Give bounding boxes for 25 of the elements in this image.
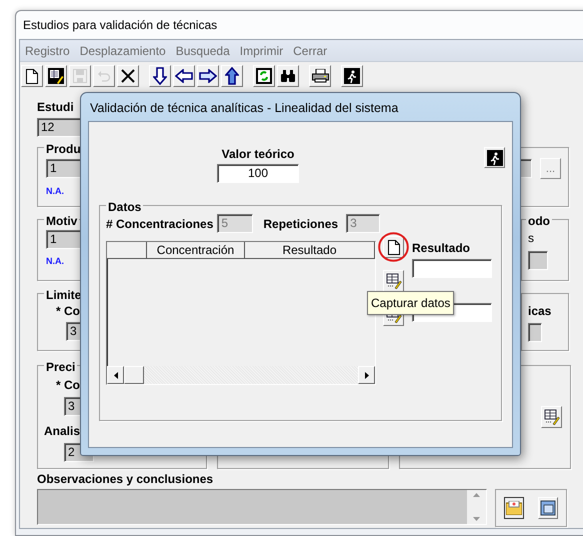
field-label: Analis <box>44 424 80 438</box>
menu-item[interactable]: Imprimir <box>234 42 288 60</box>
field-label: icas <box>528 304 552 318</box>
field-label: * Co <box>56 378 80 392</box>
field-label: # Concentraciones <box>106 216 214 232</box>
dialog-title: Validación de técnica analíticas - Linealidad del sistema <box>90 101 398 115</box>
theoretical-value-field[interactable]: 100 <box>217 164 299 183</box>
field-label: s <box>528 231 534 245</box>
menu-item[interactable]: Desplazamiento <box>74 42 171 60</box>
field-label: Estudi <box>37 100 74 114</box>
column-header[interactable]: Resultado <box>245 242 375 258</box>
menu-item[interactable]: Busqueda <box>170 42 235 60</box>
note-text: N.A. <box>46 256 64 266</box>
browse-button[interactable]: ... <box>540 158 561 179</box>
field-label: * Co <box>56 304 80 318</box>
window-title: Estudios para validación de técnicas <box>23 18 218 32</box>
field-label: Repeticiones <box>263 216 338 232</box>
field-label: Resultado <box>412 241 470 255</box>
menu-item[interactable]: Cerrar <box>288 42 332 60</box>
field-label: Observaciones y conclusiones <box>37 472 214 486</box>
tooltip: Capturar datos <box>367 291 454 315</box>
note-text: N.A. <box>46 186 64 196</box>
field-label: Valor teórico <box>222 147 294 161</box>
column-header[interactable]: Concentración <box>147 242 245 258</box>
menu-item[interactable]: Registro <box>20 42 75 60</box>
